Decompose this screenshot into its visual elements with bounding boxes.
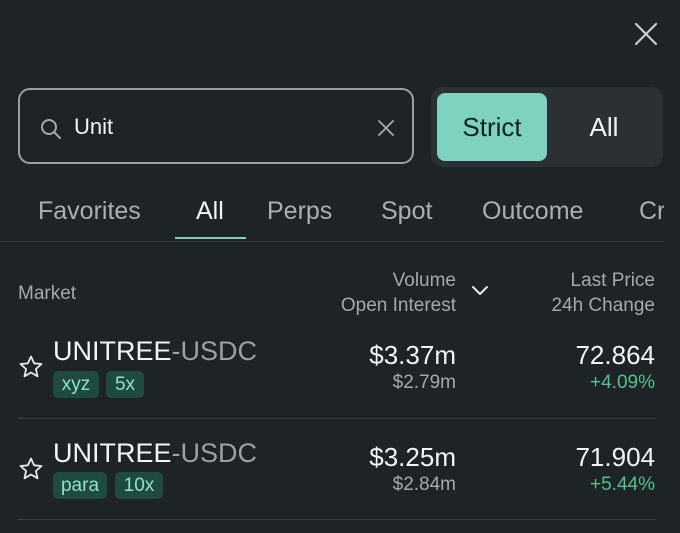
tab-outcome[interactable]: Outcome <box>482 197 583 226</box>
close-icon[interactable] <box>632 20 660 48</box>
market-pair: UNITREE-USDC <box>53 336 257 367</box>
pair-base: UNITREE <box>53 438 172 468</box>
active-tab-indicator <box>175 237 246 239</box>
table-row[interactable]: UNITREE-USDC xyz 5x $3.37m $2.79m 72.864… <box>0 330 680 430</box>
pair-quote: -USDC <box>171 336 258 366</box>
header-market: Market <box>18 283 77 304</box>
star-icon[interactable] <box>18 456 44 482</box>
search-box[interactable] <box>18 88 414 164</box>
header-last-price[interactable]: Last Price <box>571 270 655 292</box>
match-mode-toggle: Strict All <box>431 87 663 167</box>
row-divider <box>18 418 656 419</box>
header-open-interest[interactable]: Open Interest <box>341 295 456 317</box>
tab-spot[interactable]: Spot <box>381 197 432 226</box>
tab-crypto[interactable]: Cr <box>639 197 664 226</box>
leverage-tag: 5x <box>106 371 144 398</box>
row-divider <box>18 519 656 520</box>
pair-base: UNITREE <box>53 336 172 366</box>
leverage-tag: 10x <box>115 472 163 499</box>
dex-tag: para <box>53 472 107 499</box>
search-input[interactable] <box>74 108 364 146</box>
volume-value: $3.37m <box>369 340 456 370</box>
tab-perps[interactable]: Perps <box>267 197 332 226</box>
last-price-value: 72.864 <box>575 340 655 370</box>
open-interest-value: $2.84m <box>392 474 456 495</box>
table-row[interactable]: UNITREE-USDC para 10x $3.25m $2.84m 71.9… <box>0 432 680 532</box>
pair-quote: -USDC <box>171 438 258 468</box>
volume-value: $3.25m <box>369 442 456 472</box>
dex-tag: xyz <box>53 371 99 398</box>
all-button[interactable]: All <box>551 93 657 161</box>
market-pair: UNITREE-USDC <box>53 438 257 469</box>
star-icon[interactable] <box>18 354 44 380</box>
strict-button[interactable]: Strict <box>437 93 547 161</box>
market-tabs: Favorites All Perps Spot Outcome Cr <box>0 195 664 242</box>
search-icon <box>41 119 61 139</box>
header-24h-change[interactable]: 24h Change <box>551 295 655 317</box>
chevron-down-icon[interactable] <box>471 284 489 298</box>
tab-favorites[interactable]: Favorites <box>38 197 141 226</box>
last-price-value: 71.904 <box>575 442 655 472</box>
open-interest-value: $2.79m <box>392 372 456 393</box>
clear-icon[interactable] <box>377 119 395 137</box>
change-24h-value: +4.09% <box>590 372 655 393</box>
change-24h-value: +5.44% <box>590 474 655 495</box>
header-volume[interactable]: Volume <box>393 270 456 292</box>
tab-all[interactable]: All <box>196 197 224 226</box>
